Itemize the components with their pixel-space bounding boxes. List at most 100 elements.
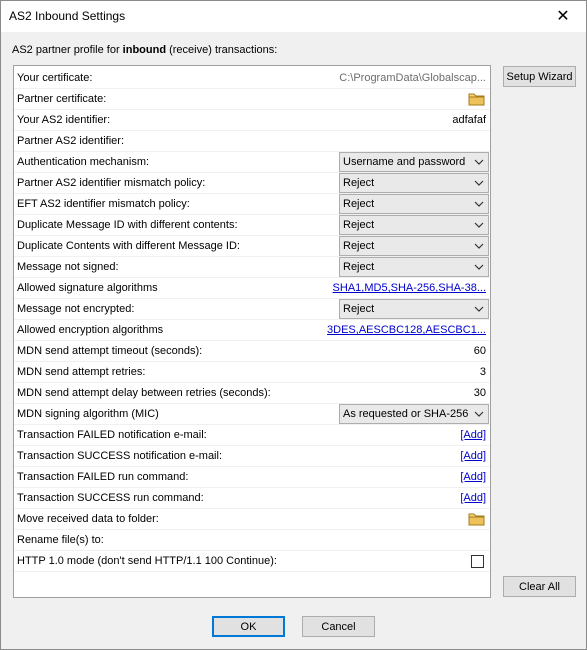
window-title: AS2 Inbound Settings xyxy=(9,9,126,23)
setting-label: Transaction SUCCESS run command: xyxy=(17,492,204,504)
settings-grid: Your certificate: C:\ProgramData\Globalsc… xyxy=(13,65,491,598)
settings-row: Duplicate Message ID with different cont… xyxy=(14,215,490,236)
settings-row: Transaction FAILED notification e-mail: [… xyxy=(14,425,490,446)
settings-row: Duplicate Contents with different Messag… xyxy=(14,236,490,257)
setting-dropdown[interactable]: Reject xyxy=(339,257,489,277)
chevron-down-icon xyxy=(474,262,484,272)
setting-label: Partner certificate: xyxy=(17,93,107,105)
chevron-down-icon xyxy=(474,304,484,314)
folder-icon[interactable] xyxy=(468,511,486,526)
setup-wizard-button[interactable]: Setup Wizard xyxy=(503,66,576,87)
setting-link[interactable]: [Add] xyxy=(460,492,486,504)
settings-row: Transaction SUCCESS run command: [Add] xyxy=(14,488,490,509)
setting-label: Transaction SUCCESS notification e-mail: xyxy=(17,450,223,462)
setting-dropdown[interactable]: Reject xyxy=(339,236,489,256)
settings-row: Message not encrypted: Reject xyxy=(14,299,490,320)
setting-link[interactable]: [Add] xyxy=(460,471,486,483)
setting-label: MDN signing algorithm (MIC) xyxy=(17,408,159,420)
dropdown-selected-value: Reject xyxy=(343,240,375,252)
chevron-down-icon xyxy=(474,241,484,251)
clear-all-button[interactable]: Clear All xyxy=(503,576,576,597)
chevron-down-icon xyxy=(474,199,484,209)
settings-row: Allowed encryption algorithms 3DES,AESCBC… xyxy=(14,320,490,341)
setting-label: Allowed encryption algorithms xyxy=(17,324,164,336)
settings-row: Partner AS2 identifier: xyxy=(14,131,490,152)
close-icon: ✕ xyxy=(556,8,570,25)
title-bar: AS2 Inbound Settings ✕ xyxy=(1,1,586,32)
setting-value[interactable]: 30 xyxy=(474,387,486,399)
settings-row: MDN send attempt timeout (seconds): 60 xyxy=(14,341,490,362)
dropdown-selected-value: Reject xyxy=(343,219,375,231)
setting-value[interactable]: 3 xyxy=(480,366,486,378)
setting-label: Transaction FAILED notification e-mail: xyxy=(17,429,207,441)
chevron-down-icon xyxy=(474,157,484,167)
subtitle-bold: inbound xyxy=(122,44,167,56)
chevron-down-icon xyxy=(474,220,484,230)
setting-label: MDN send attempt retries: xyxy=(17,366,146,378)
setting-label: Allowed signature algorithms xyxy=(17,282,158,294)
close-button[interactable]: ✕ xyxy=(540,1,586,31)
subtitle: AS2 partner profile for inbound (receive… xyxy=(12,44,277,56)
setting-label: Message not encrypted: xyxy=(17,303,135,315)
setting-label: Rename file(s) to: xyxy=(17,534,104,546)
http10-mode-checkbox[interactable] xyxy=(471,555,484,568)
setting-label: Duplicate Contents with different Messag… xyxy=(17,240,240,252)
setting-label: MDN send attempt delay between retries (… xyxy=(17,387,271,399)
setting-label: Duplicate Message ID with different cont… xyxy=(17,219,238,231)
settings-row: Transaction FAILED run command: [Add] xyxy=(14,467,490,488)
dropdown-selected-value: As requested or SHA-256 xyxy=(343,408,469,420)
setting-label: Your AS2 identifier: xyxy=(17,114,111,126)
setting-dropdown[interactable]: Reject xyxy=(339,215,489,235)
setting-dropdown[interactable]: As requested or SHA-256 xyxy=(339,404,489,424)
dropdown-selected-value: Reject xyxy=(343,198,375,210)
setting-link[interactable]: SHA1,MD5,SHA-256,SHA-38... xyxy=(333,282,486,294)
settings-row: Your AS2 identifier: adfafaf xyxy=(14,110,490,131)
setting-link[interactable]: [Add] xyxy=(460,450,486,462)
dropdown-selected-value: Reject xyxy=(343,261,375,273)
setting-label: Partner AS2 identifier: xyxy=(17,135,125,147)
setting-label: EFT AS2 identifier mismatch policy: xyxy=(17,198,190,210)
setting-label: Message not signed: xyxy=(17,261,119,273)
setting-value[interactable]: C:\ProgramData\Globalscap... xyxy=(339,72,486,84)
settings-row: MDN signing algorithm (MIC) As requested … xyxy=(14,404,490,425)
settings-row: MDN send attempt delay between retries (… xyxy=(14,383,490,404)
subtitle-prefix: AS2 partner profile for xyxy=(12,44,123,56)
setting-label: Transaction FAILED run command: xyxy=(17,471,189,483)
settings-row: MDN send attempt retries: 3 xyxy=(14,362,490,383)
ok-button[interactable]: OK xyxy=(212,616,285,637)
setting-label: HTTP 1.0 mode (don't send HTTP/1.1 100 C… xyxy=(17,555,277,567)
settings-row: Partner AS2 identifier mismatch policy: R… xyxy=(14,173,490,194)
settings-row: EFT AS2 identifier mismatch policy: Rejec… xyxy=(14,194,490,215)
setting-label: Partner AS2 identifier mismatch policy: xyxy=(17,177,206,189)
as2-inbound-settings-dialog: AS2 Inbound Settings ✕ AS2 partner profi… xyxy=(0,0,587,650)
folder-icon[interactable] xyxy=(468,91,486,106)
settings-row: Transaction SUCCESS notification e-mail:… xyxy=(14,446,490,467)
settings-row: Allowed signature algorithms SHA1,MD5,SHA… xyxy=(14,278,490,299)
setting-label: Your certificate: xyxy=(17,72,93,84)
settings-row: HTTP 1.0 mode (don't send HTTP/1.1 100 C… xyxy=(14,551,490,572)
settings-row: Move received data to folder: xyxy=(14,509,490,530)
dropdown-selected-value: Username and password xyxy=(343,156,466,168)
subtitle-suffix: (receive) transactions: xyxy=(166,44,278,56)
setting-value[interactable]: adfafaf xyxy=(452,114,486,126)
setting-dropdown[interactable]: Username and password xyxy=(339,152,489,172)
settings-row: Your certificate: C:\ProgramData\Globalsc… xyxy=(14,68,490,89)
setting-link[interactable]: [Add] xyxy=(460,429,486,441)
setting-dropdown[interactable]: Reject xyxy=(339,299,489,319)
setting-link[interactable]: 3DES,AESCBC128,AESCBC1... xyxy=(327,324,486,336)
setting-value[interactable]: 60 xyxy=(474,345,486,357)
chevron-down-icon xyxy=(474,178,484,188)
dropdown-selected-value: Reject xyxy=(343,177,375,189)
settings-row: Partner certificate: xyxy=(14,89,490,110)
setting-label: Move received data to folder: xyxy=(17,513,159,525)
settings-row: Authentication mechanism: Username and pa… xyxy=(14,152,490,173)
dropdown-selected-value: Reject xyxy=(343,303,375,315)
settings-row: Rename file(s) to: xyxy=(14,530,490,551)
setting-label: Authentication mechanism: xyxy=(17,156,150,168)
settings-row: Message not signed: Reject xyxy=(14,257,490,278)
setting-label: MDN send attempt timeout (seconds): xyxy=(17,345,203,357)
setting-dropdown[interactable]: Reject xyxy=(339,173,489,193)
chevron-down-icon xyxy=(474,409,484,419)
setting-dropdown[interactable]: Reject xyxy=(339,194,489,214)
cancel-button[interactable]: Cancel xyxy=(302,616,375,637)
